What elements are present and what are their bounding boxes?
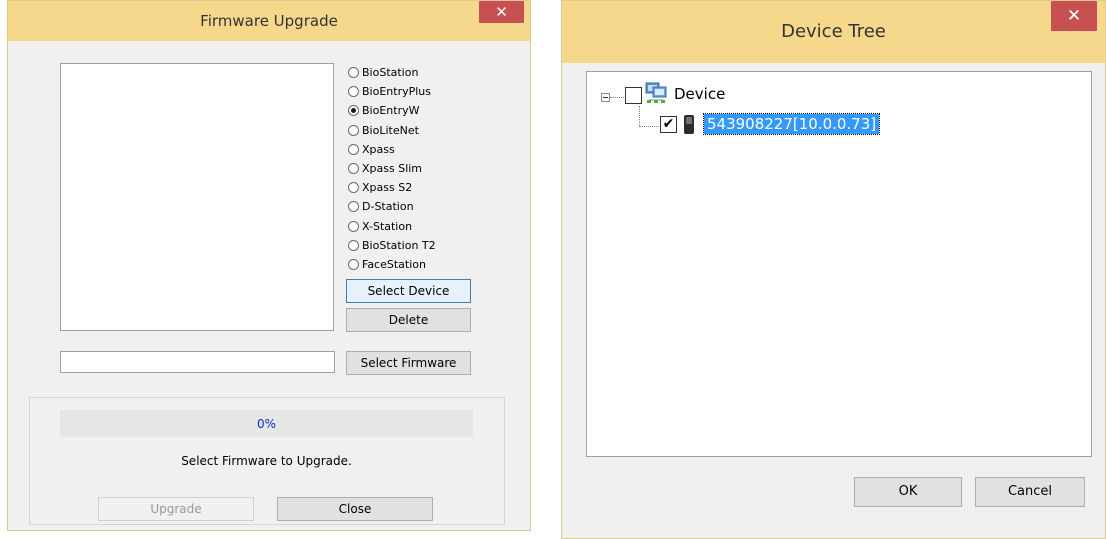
radio-option[interactable]: Xpass S2 (348, 178, 412, 197)
device-terminal-icon (682, 114, 696, 135)
radio-option-label: BioEntryPlus (362, 85, 431, 99)
radio-option-label: BioStation (362, 66, 419, 79)
title-bar[interactable]: Firmware Upgrade ✕ (8, 1, 530, 41)
firmware-path-input[interactable] (60, 351, 335, 373)
radio-option[interactable]: Xpass Slim (348, 159, 422, 178)
window-title: Firmware Upgrade (200, 12, 338, 30)
close-icon: ✕ (495, 3, 508, 21)
radio-unselected-icon[interactable] (348, 201, 359, 213)
device-child-checkbox[interactable]: ✔ (660, 116, 677, 133)
close-window-button[interactable]: ✕ (479, 1, 524, 23)
window-title: Device Tree (781, 21, 886, 42)
device-list[interactable] (60, 63, 334, 331)
radio-option[interactable]: X-Station (348, 217, 412, 236)
radio-unselected-icon[interactable] (348, 239, 359, 251)
radio-unselected-icon[interactable] (348, 220, 359, 232)
radio-option-label: X-Station (362, 219, 413, 233)
radio-unselected-icon[interactable] (348, 143, 359, 155)
radio-option[interactable]: Xpass (348, 140, 395, 159)
radio-option[interactable]: FaceStation (348, 255, 426, 274)
firmware-upgrade-window: Firmware Upgrade ✕ BioStation BioEntryPlu… (7, 0, 531, 531)
device-tree[interactable]: Device ✔ 543908227[10.0.0.73] (586, 71, 1092, 457)
close-button[interactable]: Close (277, 497, 433, 521)
radio-option-label: BioLiteNet (362, 123, 419, 137)
radio-option-label: FaceStation (362, 258, 426, 271)
progress-percent-text: 0% (256, 417, 277, 431)
upgrade-progress-bar: 0% (60, 410, 473, 437)
radio-option[interactable]: D-Station (348, 197, 414, 216)
radio-unselected-icon[interactable] (348, 86, 359, 98)
radio-option-label: Xpass S2 (362, 181, 413, 195)
radio-unselected-icon[interactable] (348, 182, 359, 194)
device-child-label[interactable]: 543908227[10.0.0.73] (702, 113, 881, 135)
radio-selected-icon[interactable] (348, 105, 359, 117)
radio-option-label: Xpass Slim (362, 162, 423, 175)
radio-unselected-icon[interactable] (348, 163, 359, 174)
device-tree-window: Device Tree ✕ Device ✔ 543908227[10.0.0.… (561, 0, 1106, 539)
radio-option-label: BioStation T2 (362, 238, 436, 252)
radio-option[interactable]: BioStation (348, 63, 418, 82)
collapse-expander-icon[interactable] (601, 93, 610, 102)
network-computers-icon (644, 80, 668, 106)
close-icon: ✕ (1066, 6, 1082, 26)
select-device-button[interactable]: Select Device (346, 279, 471, 303)
device-root-checkbox[interactable] (625, 87, 642, 104)
select-firmware-button[interactable]: Select Firmware (346, 351, 471, 375)
radio-option[interactable]: BioEntryW (348, 101, 419, 120)
title-bar[interactable]: Device Tree ✕ (562, 1, 1105, 63)
radio-option[interactable]: BioEntryPlus (348, 82, 431, 101)
radio-option-label: D-Station (362, 200, 414, 214)
device-root-label[interactable]: Device (674, 85, 725, 103)
cancel-button[interactable]: Cancel (975, 477, 1085, 507)
upgrade-button[interactable]: Upgrade (98, 497, 254, 521)
tree-connector (639, 106, 640, 126)
radio-unselected-icon[interactable] (348, 259, 359, 270)
delete-button[interactable]: Delete (346, 308, 471, 332)
tree-connector (639, 126, 659, 127)
radio-option-label: Xpass (362, 142, 395, 156)
radio-option[interactable]: BioStation T2 (348, 236, 436, 255)
radio-option-label: BioEntryW (362, 104, 420, 118)
close-window-button[interactable]: ✕ (1051, 1, 1097, 31)
radio-unselected-icon[interactable] (348, 67, 359, 78)
tree-connector (610, 97, 624, 98)
radio-unselected-icon[interactable] (348, 124, 359, 136)
radio-option[interactable]: BioLiteNet (348, 121, 419, 140)
ok-button[interactable]: OK (854, 477, 962, 507)
status-message: Select Firmware to Upgrade. (181, 454, 352, 468)
